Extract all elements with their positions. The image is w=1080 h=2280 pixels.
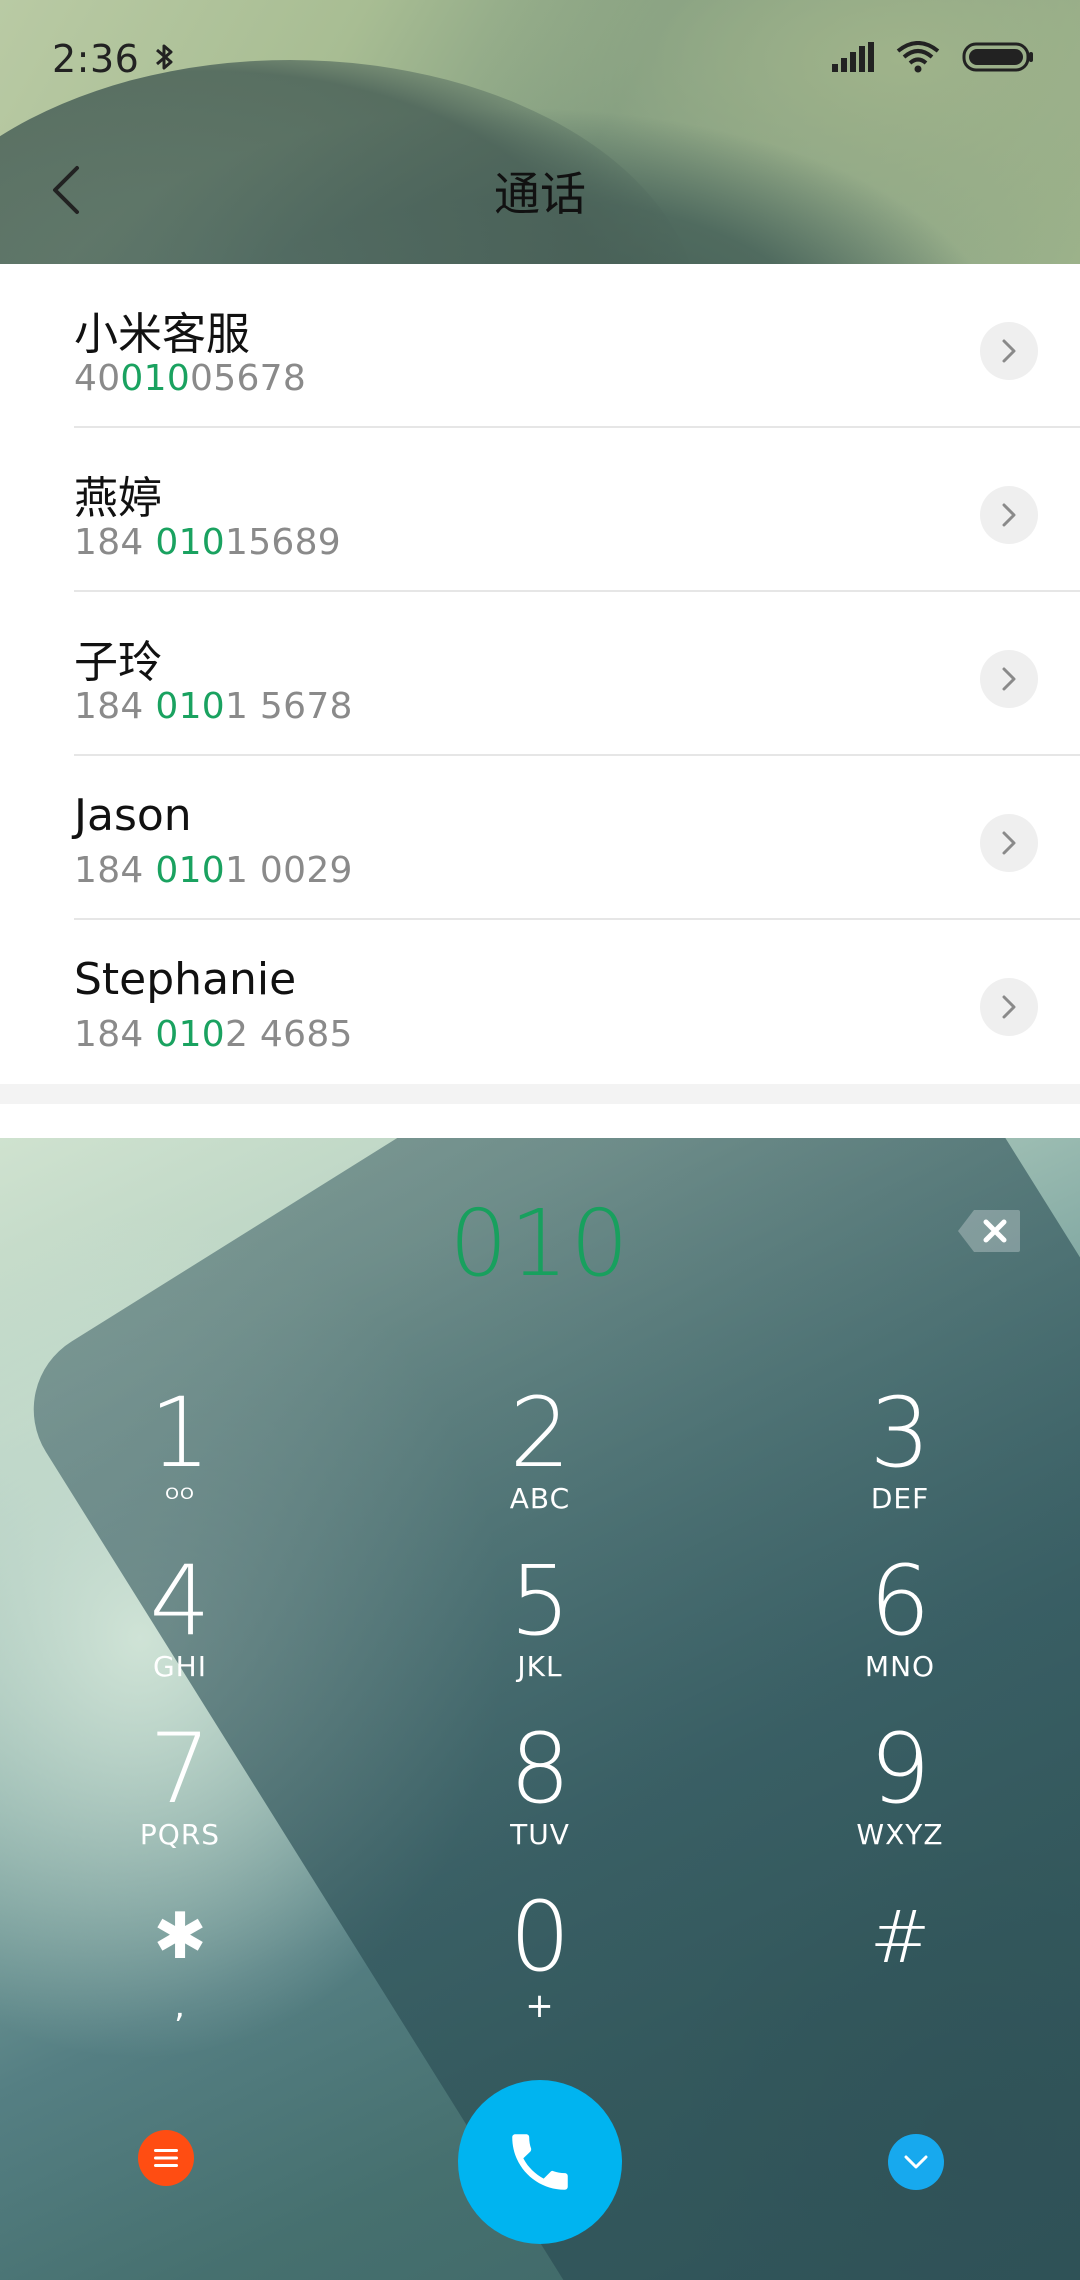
key-9[interactable]: 9 WXYZ — [800, 1714, 1000, 1864]
chevron-right-icon — [1002, 667, 1016, 691]
dialed-number: 010 — [449, 1190, 631, 1297]
bluetooth-icon — [153, 40, 177, 78]
list-item[interactable]: 小米客服 4001005678 — [0, 264, 1080, 428]
contact-number: 4001005678 — [74, 358, 307, 399]
contact-number: 184 0102 4685 — [74, 1014, 353, 1055]
backspace-button[interactable] — [956, 1208, 1022, 1254]
contact-detail-button[interactable] — [980, 322, 1038, 380]
header: 2:36 通话 — [0, 0, 1080, 264]
contact-name: 小米客服 — [74, 309, 250, 360]
signal-icon — [832, 42, 874, 76]
chevron-down-icon — [904, 2155, 928, 2169]
collapse-dialpad-button[interactable] — [888, 2134, 944, 2190]
contact-list: 小米客服 4001005678 燕婷 184 01015689 子玲 184 0… — [0, 264, 1080, 1104]
call-button[interactable] — [458, 2080, 622, 2244]
contact-name: 子玲 — [74, 637, 162, 688]
menu-icon — [154, 2149, 178, 2167]
backspace-icon — [958, 1210, 1020, 1252]
dialer-controls — [0, 2080, 1080, 2250]
status-bar: 2:36 — [0, 0, 1080, 118]
status-time: 2:36 — [52, 37, 140, 81]
battery-icon — [962, 41, 1034, 77]
chevron-right-icon — [1002, 995, 1016, 1019]
key-7[interactable]: 7 PQRS — [80, 1714, 280, 1864]
key-0[interactable]: 0 + — [440, 1882, 640, 2032]
dialer-panel: 010 1 ᴼᴼ 2 ABC 3 DEF 4 GHI 5 JKL 6 MNO 7… — [0, 1138, 1080, 2280]
key-star[interactable]: ✱ , — [80, 1882, 280, 2032]
key-1[interactable]: 1 ᴼᴼ — [80, 1378, 280, 1528]
contact-name: Jason — [74, 790, 192, 841]
contact-number: 184 0101 0029 — [74, 850, 353, 891]
back-button[interactable] — [36, 148, 96, 232]
list-item[interactable]: 燕婷 184 01015689 — [0, 428, 1080, 592]
contact-detail-button[interactable] — [980, 814, 1038, 872]
key-hash[interactable]: # — [800, 1882, 1000, 2032]
contact-name: 燕婷 — [74, 473, 162, 524]
key-8[interactable]: 8 TUV — [440, 1714, 640, 1864]
key-4[interactable]: 4 GHI — [80, 1546, 280, 1696]
section-divider — [0, 1084, 1080, 1104]
contact-detail-button[interactable] — [980, 650, 1038, 708]
list-item[interactable]: 子玲 184 0101 5678 — [0, 592, 1080, 756]
key-5[interactable]: 5 JKL — [440, 1546, 640, 1696]
chevron-right-icon — [1002, 339, 1016, 363]
voicemail-icon: ᴼᴼ — [165, 1482, 195, 1515]
chevron-left-icon — [53, 166, 79, 214]
contact-number: 184 01015689 — [74, 522, 342, 563]
page-title: 通话 — [494, 167, 586, 221]
contact-number: 184 0101 5678 — [74, 686, 353, 727]
contact-detail-button[interactable] — [980, 978, 1038, 1036]
menu-button[interactable] — [138, 2130, 194, 2186]
contact-name: Stephanie — [74, 954, 297, 1005]
list-item[interactable]: Jason 184 0101 0029 — [0, 756, 1080, 920]
list-item[interactable]: Stephanie 184 0102 4685 — [0, 920, 1080, 1084]
key-6[interactable]: 6 MNO — [800, 1546, 1000, 1696]
chevron-right-icon — [1002, 831, 1016, 855]
phone-icon — [512, 2134, 568, 2190]
chevron-right-icon — [1002, 503, 1016, 527]
key-3[interactable]: 3 DEF — [800, 1378, 1000, 1528]
contact-detail-button[interactable] — [980, 486, 1038, 544]
nav-bar: 通话 — [0, 118, 1080, 264]
key-2[interactable]: 2 ABC — [440, 1378, 640, 1528]
wifi-icon — [896, 41, 940, 77]
